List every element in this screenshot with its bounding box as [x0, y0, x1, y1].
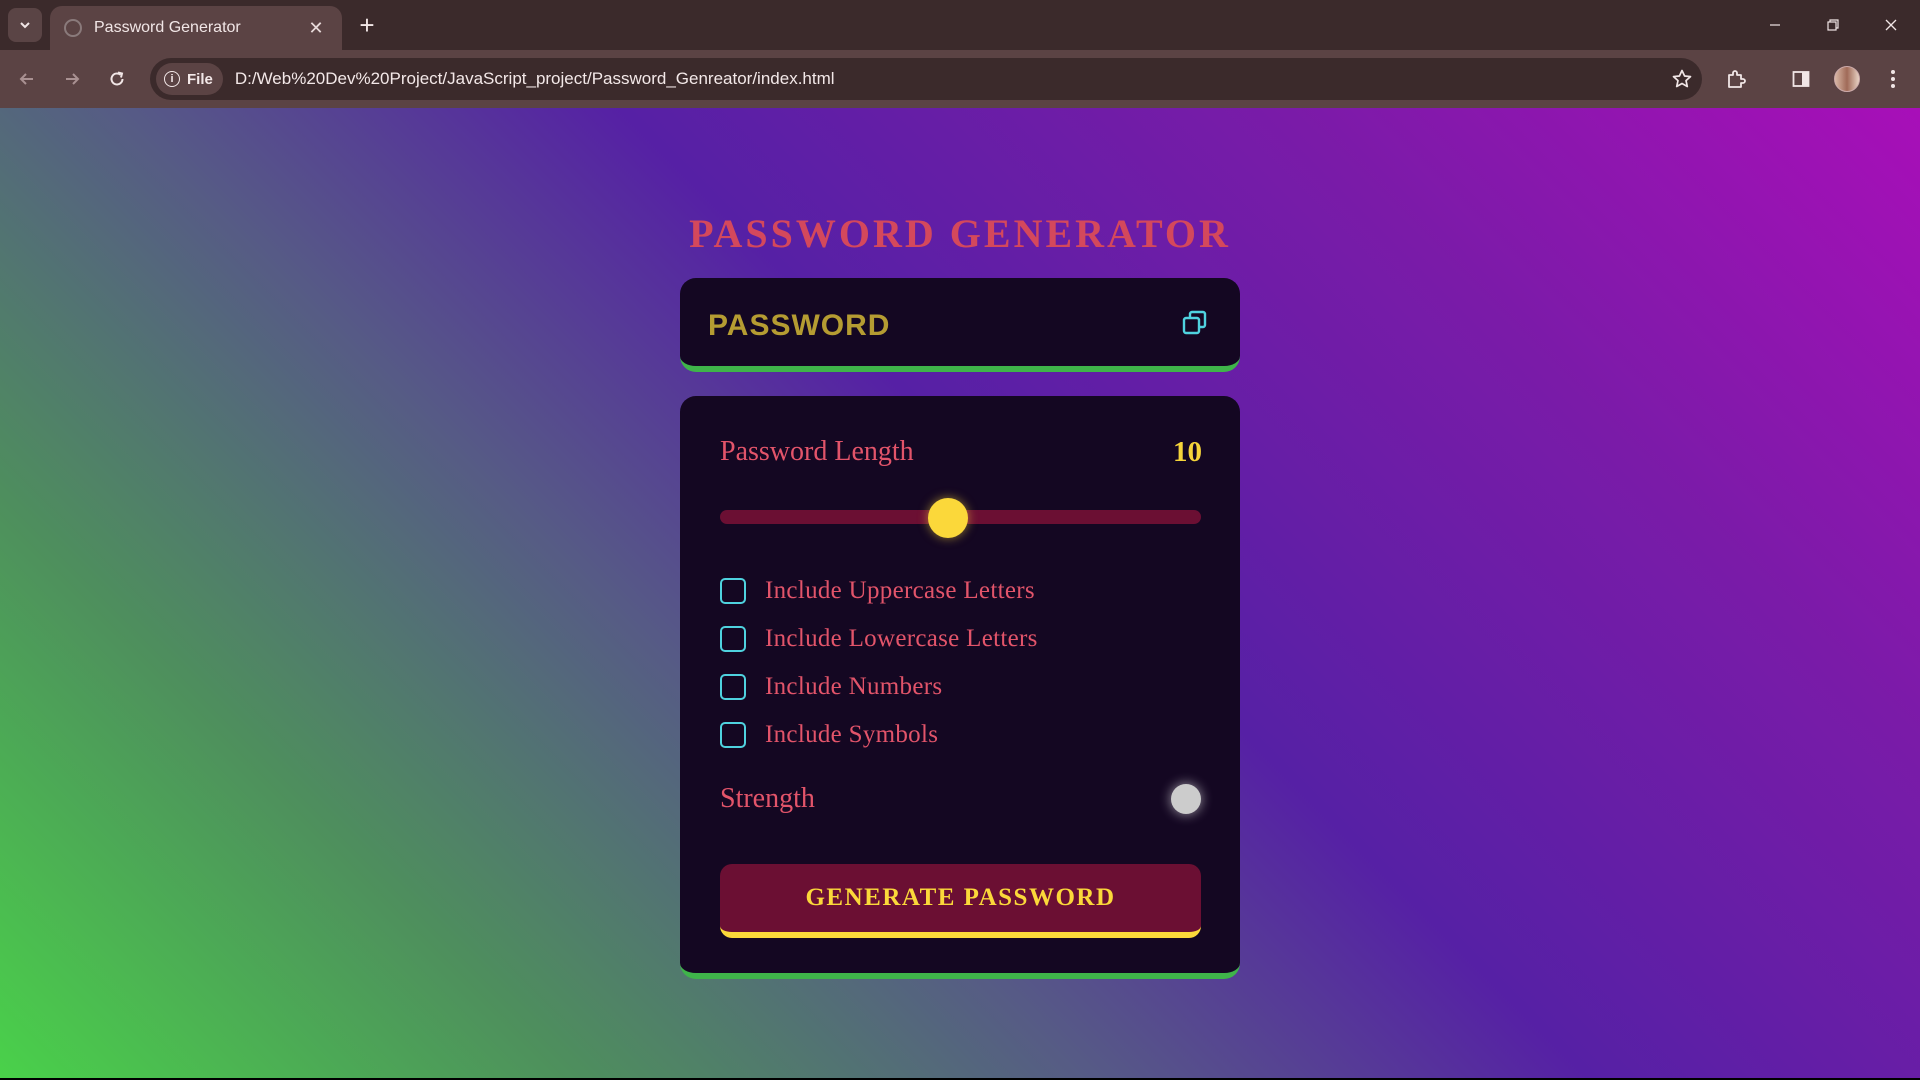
copy-icon — [1182, 310, 1207, 335]
option-label: Include Uppercase Letters — [765, 577, 1035, 604]
option-uppercase[interactable]: Include Uppercase Letters — [720, 576, 1035, 606]
bookmark-star-button[interactable] — [1662, 68, 1702, 90]
lowercase-checkbox[interactable] — [720, 626, 746, 652]
browser-tab[interactable]: Password Generator ✕ — [50, 6, 342, 50]
tab-close-icon[interactable]: ✕ — [304, 18, 328, 39]
arrow-left-icon — [19, 73, 33, 85]
side-panel-button[interactable] — [1786, 64, 1816, 94]
side-panel-icon — [1792, 71, 1810, 87]
url-text[interactable]: D:/Web%20Dev%20Project/JavaScript_projec… — [235, 69, 1662, 89]
page-viewport: PASSWORD GENERATOR Password Length 10 In… — [0, 108, 1920, 1078]
page-title: PASSWORD GENERATOR — [689, 211, 1231, 256]
close-icon — [1885, 19, 1897, 31]
copy-button[interactable] — [1180, 308, 1210, 338]
globe-icon — [64, 19, 82, 37]
star-icon — [1672, 69, 1692, 88]
forward-button[interactable] — [57, 64, 87, 94]
address-bar[interactable]: i File D:/Web%20Dev%20Project/JavaScript… — [150, 58, 1702, 100]
option-label: Include Numbers — [765, 673, 943, 700]
site-chip-label: File — [187, 70, 213, 88]
arrow-right-icon — [66, 73, 80, 85]
info-icon: i — [164, 71, 180, 87]
generator-card: Password Length 10 Include Uppercase Let… — [680, 396, 1240, 979]
strength-indicator — [1171, 784, 1201, 814]
back-button[interactable] — [12, 64, 42, 94]
tab-title: Password Generator — [94, 19, 241, 36]
extensions-button[interactable] — [1721, 64, 1751, 94]
numbers-checkbox[interactable] — [720, 674, 746, 700]
password-output-field[interactable] — [708, 306, 1148, 346]
generate-password-button[interactable]: GENERATE PASSWORD — [720, 864, 1201, 938]
avatar — [1834, 66, 1860, 92]
password-length-value: 10 — [1173, 436, 1202, 468]
browser-toolbar: i File D:/Web%20Dev%20Project/JavaScript… — [0, 50, 1920, 108]
password-length-label: Password Length — [720, 436, 914, 467]
option-label: Include Symbols — [765, 721, 939, 748]
length-slider-thumb[interactable] — [928, 498, 969, 538]
option-lowercase[interactable]: Include Lowercase Letters — [720, 624, 1038, 654]
tab-search-button[interactable] — [8, 8, 42, 42]
puzzle-icon — [1728, 70, 1746, 88]
close-window-button[interactable] — [1862, 0, 1920, 50]
reload-icon — [110, 71, 124, 86]
site-info-chip[interactable]: i File — [156, 63, 223, 95]
kebab-menu-icon — [1891, 70, 1895, 88]
browser-tab-bar: Password Generator ✕ + — [0, 0, 1920, 50]
new-tab-button[interactable]: + — [352, 10, 382, 40]
password-display — [680, 278, 1240, 372]
profile-button[interactable] — [1832, 64, 1862, 94]
chevron-down-icon — [20, 22, 30, 29]
restore-button[interactable] — [1804, 0, 1862, 50]
minimize-button[interactable] — [1746, 0, 1804, 50]
symbols-checkbox[interactable] — [720, 722, 746, 748]
reload-button[interactable] — [102, 64, 132, 94]
option-label: Include Lowercase Letters — [765, 625, 1038, 652]
uppercase-checkbox[interactable] — [720, 578, 746, 604]
restore-icon — [1827, 19, 1839, 31]
window-controls — [1746, 0, 1920, 50]
option-symbols[interactable]: Include Symbols — [720, 720, 938, 750]
minimize-icon — [1770, 24, 1780, 26]
strength-label: Strength — [720, 783, 815, 814]
option-numbers[interactable]: Include Numbers — [720, 672, 942, 702]
menu-button[interactable] — [1878, 64, 1908, 94]
